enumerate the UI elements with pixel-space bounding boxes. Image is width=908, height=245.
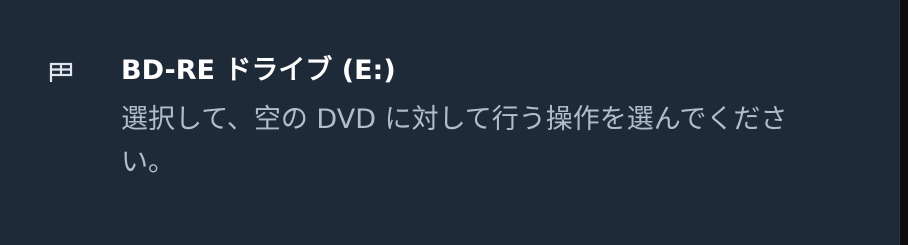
drive-icon xyxy=(46,58,76,88)
autoplay-notification[interactable]: BD-RE ドライブ (E:) 選択して、空の DVD に対して行う操作を選んで… xyxy=(0,0,900,245)
notification-message: 選択して、空の DVD に対して行う操作を選んでください。 xyxy=(121,104,788,178)
notification-title: BD-RE ドライブ (E:) xyxy=(121,55,396,86)
notification-content: BD-RE ドライブ (E:) 選択して、空の DVD に対して行う操作を選んで… xyxy=(121,52,811,184)
